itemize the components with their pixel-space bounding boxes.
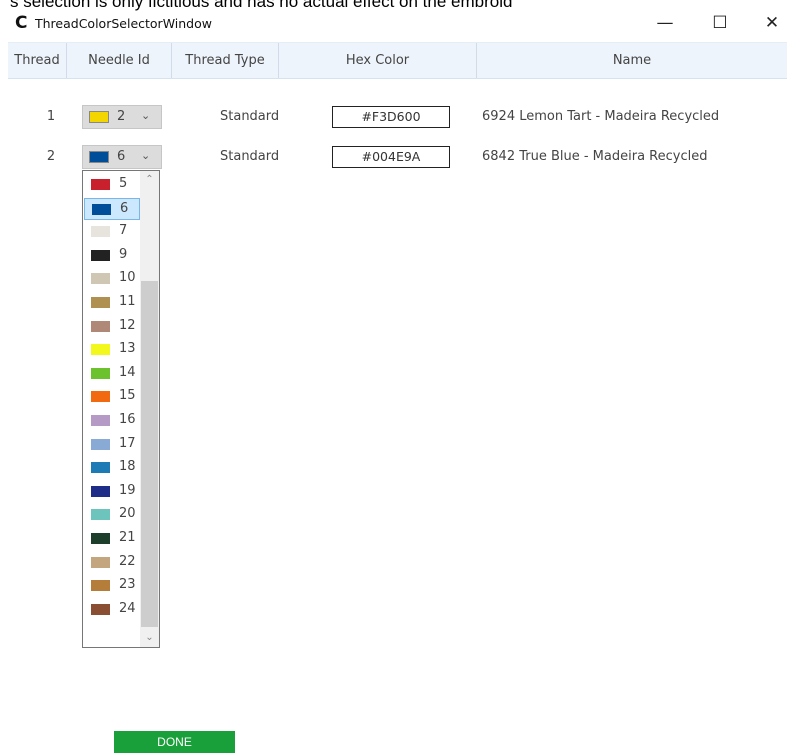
- needle-option-19[interactable]: 19: [84, 481, 140, 503]
- needle-option-label: 15: [119, 388, 136, 404]
- thread-name: 6924 Lemon Tart - Madeira Recycled: [482, 109, 720, 124]
- needle-option-23[interactable]: 23: [84, 575, 140, 597]
- needle-option-13[interactable]: 13: [84, 339, 140, 361]
- color-swatch: [91, 438, 110, 450]
- needle-option-5[interactable]: 5: [84, 174, 140, 196]
- needle-option-10[interactable]: 10: [84, 268, 140, 290]
- hex-color-field[interactable]: #F3D600: [332, 106, 450, 128]
- needle-option-label: 22: [119, 553, 136, 569]
- title-bar: C ThreadColorSelectorWindow — ☐ ✕: [0, 12, 787, 36]
- needle-option-label: 7: [119, 223, 128, 239]
- needle-option-label: 12: [119, 317, 136, 333]
- app-logo-icon: C: [15, 13, 28, 33]
- needle-option-9[interactable]: 9: [84, 245, 140, 267]
- needle-option-18[interactable]: 18: [84, 457, 140, 479]
- color-swatch: [91, 509, 110, 521]
- color-swatch: [91, 320, 110, 332]
- dropdown-scrollbar[interactable]: ⌃ ⌄: [140, 171, 159, 647]
- color-swatch: [91, 297, 110, 308]
- color-swatch: [91, 462, 110, 474]
- needle-option-12[interactable]: 12: [84, 316, 140, 338]
- needle-option-17[interactable]: 17: [84, 434, 140, 456]
- needle-option-label: 9: [119, 246, 128, 262]
- column-header-needle-id[interactable]: Needle Id: [67, 43, 172, 78]
- needle-option-label: 11: [119, 294, 136, 309]
- color-swatch: [92, 203, 111, 215]
- needle-option-label: 16: [119, 412, 136, 427]
- needle-option-label: 19: [119, 482, 136, 498]
- done-button[interactable]: DONE: [114, 731, 235, 753]
- color-swatch: [91, 580, 110, 592]
- chevron-down-icon: ⌄: [141, 109, 151, 122]
- column-header-name[interactable]: Name: [477, 43, 787, 78]
- column-header-thread-type[interactable]: Thread Type: [172, 43, 279, 78]
- column-header-thread[interactable]: Thread: [8, 43, 67, 78]
- color-swatch: [91, 603, 110, 615]
- minimize-button[interactable]: —: [645, 12, 685, 36]
- needle-option-label: 18: [119, 459, 136, 475]
- needle-id-dropdown-list[interactable]: ⌃ ⌄ 5 6 7 9 10 11 12 13 14 15 16 17 18 19 20 21 22 23 24: [82, 170, 160, 648]
- needle-id-combobox[interactable]: 6 ⌄: [82, 145, 162, 169]
- background-banner-text: s selection is only fictitious and has n…: [10, 0, 513, 11]
- column-header-hex-color[interactable]: Hex Color: [279, 43, 477, 78]
- color-swatch: [91, 391, 110, 403]
- color-swatch: [91, 556, 110, 568]
- needle-option-14[interactable]: 14: [84, 363, 140, 385]
- needle-id-value: 6: [117, 149, 126, 164]
- scroll-up-arrow-icon[interactable]: ⌃: [140, 171, 159, 189]
- color-swatch: [91, 273, 110, 285]
- needle-id-value: 2: [117, 109, 126, 124]
- color-swatch: [91, 226, 110, 238]
- scrollbar-thumb[interactable]: [141, 281, 158, 627]
- needle-option-16[interactable]: 16: [84, 410, 140, 432]
- needle-color-swatch: [89, 151, 109, 163]
- table-row: 1 2 ⌄ Standard #F3D600 6924 Lemon Tart -…: [8, 102, 787, 132]
- needle-option-22[interactable]: 22: [84, 552, 140, 574]
- needle-option-6[interactable]: 6: [84, 197, 140, 220]
- needle-option-label: 24: [119, 600, 136, 616]
- table-row: 2 6 ⌄ Standard #004E9A 6842 True Blue - …: [8, 142, 787, 172]
- color-swatch: [91, 179, 110, 190]
- needle-option-label: 23: [119, 577, 136, 593]
- close-button[interactable]: ✕: [752, 12, 787, 36]
- color-swatch: [91, 485, 110, 497]
- needle-option-21[interactable]: 21: [84, 528, 140, 550]
- needle-option-label: 14: [119, 364, 136, 380]
- color-swatch: [91, 249, 110, 261]
- color-swatch: [91, 367, 110, 379]
- thread-type: Standard: [220, 149, 280, 164]
- chevron-down-icon: ⌄: [141, 149, 151, 162]
- needle-option-7[interactable]: 7: [84, 221, 140, 243]
- needle-option-15[interactable]: 15: [84, 386, 140, 408]
- maximize-button[interactable]: ☐: [700, 12, 740, 36]
- color-swatch: [91, 415, 110, 426]
- color-swatch: [91, 533, 110, 544]
- color-swatch: [91, 344, 110, 356]
- scroll-down-arrow-icon[interactable]: ⌄: [140, 629, 159, 647]
- needle-color-swatch: [89, 111, 109, 123]
- table-header: Thread Needle Id Thread Type Hex Color N…: [8, 42, 787, 79]
- needle-option-label: 10: [119, 270, 136, 286]
- needle-option-20[interactable]: 20: [84, 504, 140, 526]
- needle-id-combobox[interactable]: 2 ⌄: [82, 105, 162, 129]
- thread-name: 6842 True Blue - Madeira Recycled: [482, 149, 708, 164]
- hex-color-field[interactable]: #004E9A: [332, 146, 450, 168]
- needle-option-11[interactable]: 11: [84, 292, 140, 314]
- needle-option-label: 5: [119, 176, 128, 191]
- needle-option-label: 13: [119, 341, 136, 357]
- needle-option-label: 6: [120, 200, 129, 216]
- thread-type: Standard: [220, 109, 280, 124]
- window-title: ThreadColorSelectorWindow: [35, 16, 212, 31]
- needle-option-24[interactable]: 24: [84, 599, 140, 621]
- needle-option-label: 17: [119, 435, 136, 451]
- needle-option-label: 20: [119, 506, 136, 522]
- needle-option-label: 21: [119, 530, 136, 545]
